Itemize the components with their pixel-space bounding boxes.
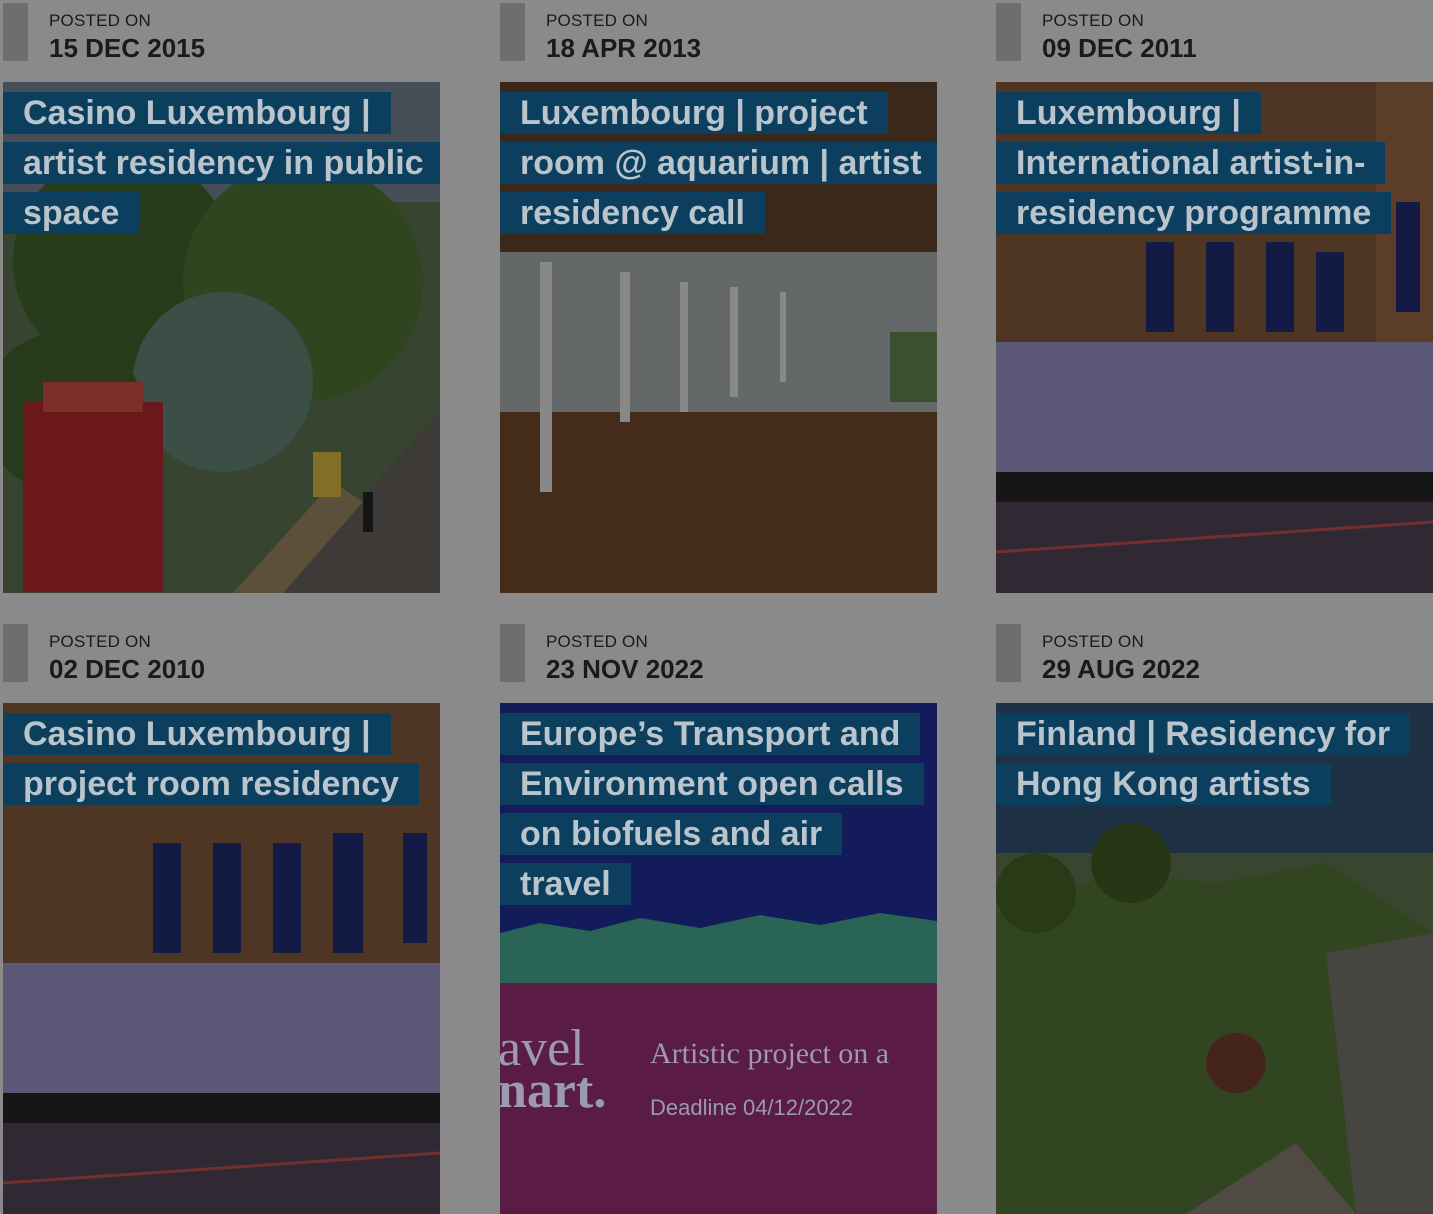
date-accent-bar (3, 624, 28, 682)
post-date: 23 NOV 2022 (546, 654, 704, 684)
poster-big-text: avel nart. (500, 1020, 607, 1119)
post-card[interactable]: POSTED ON 23 NOV 2022 avel nart. Artisti… (500, 621, 937, 1214)
post-thumbnail[interactable]: Luxembourg | International artist-in-res… (996, 82, 1433, 593)
post-meta: POSTED ON 23 NOV 2022 (500, 621, 937, 703)
post-card[interactable]: POSTED ON 09 DEC 2011 Luxembourg | Inter… (996, 0, 1433, 593)
date-accent-bar (500, 3, 525, 61)
posted-on-label: POSTED ON (49, 11, 151, 30)
poster-subtitle: Artistic project on a (650, 1037, 890, 1070)
post-card[interactable]: POSTED ON 18 APR 2013 Luxembourg | proje… (500, 0, 937, 593)
post-title[interactable]: Casino Luxembourg | artist residency in … (3, 88, 440, 238)
post-card[interactable]: POSTED ON 15 DEC 2015 Casino Luxembourg … (3, 0, 440, 593)
post-date: 18 APR 2013 (546, 33, 702, 63)
posted-on-label: POSTED ON (1042, 632, 1144, 651)
post-date: 15 DEC 2015 (49, 33, 206, 63)
post-thumbnail[interactable]: Casino Luxembourg | project room residen… (3, 703, 440, 1214)
post-thumbnail[interactable]: Luxembourg | project room @ aquarium | a… (500, 82, 937, 593)
date-accent-bar (996, 3, 1021, 61)
posted-on-label: POSTED ON (546, 632, 648, 651)
post-thumbnail[interactable]: Finland | Residency for Hong Kong artist… (996, 703, 1433, 1214)
posted-on-label: POSTED ON (546, 11, 648, 30)
post-title[interactable]: Luxembourg | project room @ aquarium | a… (500, 88, 937, 238)
post-meta: POSTED ON 09 DEC 2011 (996, 0, 1433, 82)
post-date: 09 DEC 2011 (1042, 33, 1197, 63)
poster-deadline: Deadline 04/12/2022 (650, 1095, 854, 1120)
post-meta: POSTED ON 29 AUG 2022 (996, 621, 1433, 703)
post-thumbnail[interactable]: avel nart. Artistic project on a Deadlin… (500, 703, 937, 1214)
date-accent-bar (3, 3, 28, 61)
date-accent-bar (996, 624, 1021, 682)
posted-on-label: POSTED ON (1042, 11, 1144, 30)
post-title[interactable]: Finland | Residency for Hong Kong artist… (996, 709, 1433, 809)
post-card[interactable]: POSTED ON 29 AUG 2022 Finland | Residenc… (996, 621, 1433, 1214)
date-accent-bar (500, 624, 525, 682)
post-thumbnail[interactable]: Casino Luxembourg | artist residency in … (3, 82, 440, 593)
post-title[interactable]: Luxembourg | International artist-in-res… (996, 88, 1433, 238)
post-title[interactable]: Europe’s Transport and Environment open … (500, 709, 937, 909)
posted-on-label: POSTED ON (49, 632, 151, 651)
post-title[interactable]: Casino Luxembourg | project room residen… (3, 709, 440, 809)
post-date: 02 DEC 2010 (49, 654, 206, 684)
post-meta: POSTED ON 15 DEC 2015 (3, 0, 440, 82)
post-date: 29 AUG 2022 (1042, 654, 1201, 684)
post-meta: POSTED ON 02 DEC 2010 (3, 621, 440, 703)
post-meta: POSTED ON 18 APR 2013 (500, 0, 937, 82)
post-card[interactable]: POSTED ON 02 DEC 2010 Casino Luxembourg … (3, 621, 440, 1214)
